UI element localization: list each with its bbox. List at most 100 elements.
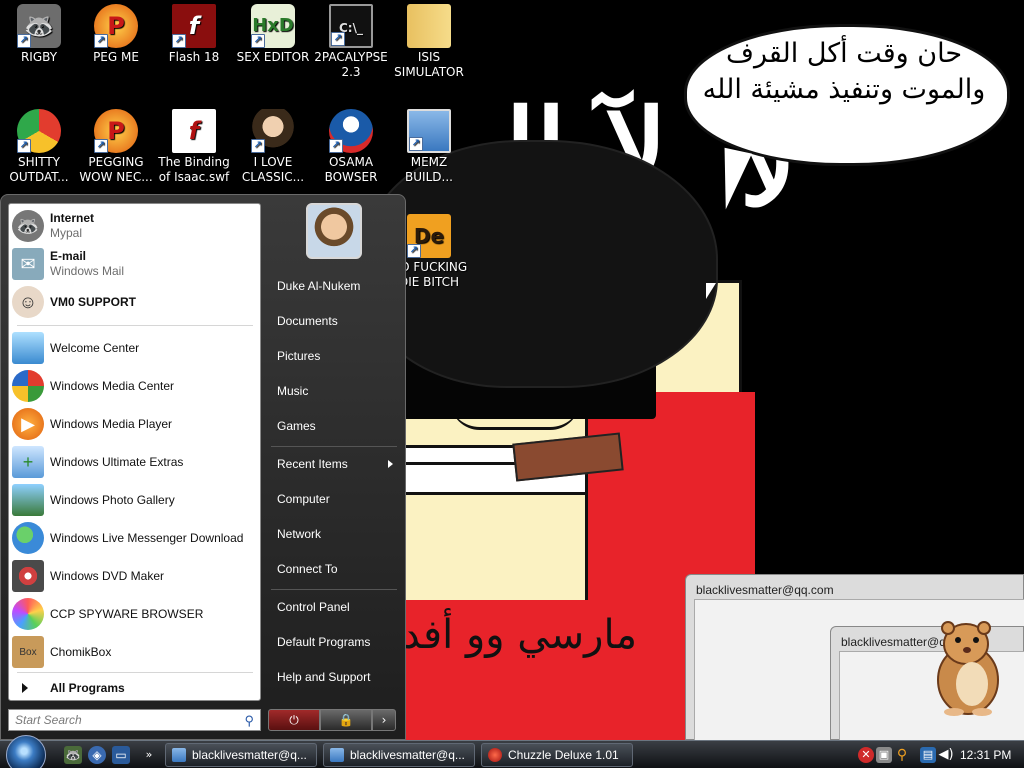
- chrome-icon: ↗: [17, 109, 61, 153]
- all-programs-button[interactable]: All Programs: [12, 678, 258, 698]
- welcome-center-icon: [12, 332, 44, 364]
- dvd-maker-icon: [12, 560, 44, 592]
- desktop-icon-i-love-classic[interactable]: ↗ I LOVE CLASSIC...: [234, 109, 312, 185]
- chevron-right-icon: ›: [381, 713, 387, 727]
- desktop-icon-osama-bowser[interactable]: ↗ OSAMA BOWSER: [312, 109, 390, 185]
- start-item-subtitle: Windows Mail: [50, 264, 125, 278]
- start-item-email[interactable]: ✉ E-mail Windows Mail: [12, 246, 258, 282]
- quicklaunch-raccoon-icon[interactable]: 🦝: [64, 746, 82, 764]
- window-title: blacklivesmatter@qq.com: [696, 583, 834, 597]
- start-menu: 🦝 Internet Mypal ✉ E-mail Windows Mail ☺ V…: [0, 194, 406, 740]
- desktop-icon-label: ISIS SIMULATOR: [394, 50, 464, 79]
- hamster-icon[interactable]: [918, 614, 1012, 718]
- window-icon: [330, 748, 344, 762]
- start-item-vm0-support[interactable]: ☺ VM0 SUPPORT: [12, 284, 258, 320]
- desktop-icon-sex-editor[interactable]: HxD ↗ SEX EDITOR: [234, 4, 312, 65]
- media-center-icon: [12, 370, 44, 402]
- start-item-welcome-center[interactable]: Welcome Center: [12, 330, 258, 366]
- start-orb-button[interactable]: [6, 735, 46, 768]
- user-avatar[interactable]: [306, 203, 362, 259]
- start-right-music[interactable]: Music: [269, 376, 399, 406]
- quicklaunch-overflow-icon[interactable]: »: [140, 746, 158, 764]
- start-item-subtitle: Mypal: [50, 226, 83, 240]
- start-item-chomikbox[interactable]: Box ChomikBox: [12, 634, 258, 670]
- start-right-separator: [271, 446, 397, 447]
- desktop-icon-binding-of-isaac[interactable]: f The Binding of Isaac.swf: [155, 109, 233, 185]
- media-player-icon: ▶: [12, 408, 44, 440]
- window-icon: ↗: [407, 109, 451, 153]
- start-menu-separator: [17, 325, 253, 326]
- start-menu-separator: [17, 672, 253, 673]
- raccoon-icon: 🦝: [12, 210, 44, 242]
- triangle-right-icon: [22, 683, 28, 693]
- search-icon[interactable]: ⚲: [894, 747, 910, 763]
- flash-file-icon: f: [172, 109, 216, 153]
- start-item-live-messenger[interactable]: Windows Live Messenger Download: [12, 520, 258, 556]
- speech-bubble-text: حان وقت أكل القرف والموت وتنفيذ مشيئة ال…: [694, 36, 994, 108]
- start-right-help-support[interactable]: Help and Support: [269, 662, 399, 692]
- network-icon[interactable]: ▤: [920, 747, 936, 763]
- volume-icon[interactable]: ◀): [938, 747, 954, 763]
- desktop-icon-label: Flash 18: [168, 50, 220, 64]
- shutdown-options-button[interactable]: ›: [372, 709, 396, 731]
- desktop-icon-pegging[interactable]: P ↗ PEGGING WOW NEC...: [77, 109, 155, 185]
- raccoon-icon: 🦝 ↗: [17, 4, 61, 48]
- desktop-icon-label: MEMZ BUILD...: [405, 155, 453, 184]
- taskbar-button-chuzzle[interactable]: Chuzzle Deluxe 1.01: [481, 743, 633, 767]
- quicklaunch-show-desktop-icon[interactable]: ▭: [112, 746, 130, 764]
- desktop-icon-memz[interactable]: ↗ MEMZ BUILD...: [390, 109, 468, 185]
- ultimate-extras-icon: +: [12, 446, 44, 478]
- lock-button[interactable]: 🔒: [320, 709, 372, 731]
- taskbar-button-messenger-2[interactable]: blacklivesmatter@q...: [323, 743, 475, 767]
- start-item-ccp-browser[interactable]: CCP SPYWARE BROWSER: [12, 596, 258, 632]
- start-right-default-programs[interactable]: Default Programs: [269, 627, 399, 657]
- start-item-internet[interactable]: 🦝 Internet Mypal: [12, 208, 258, 244]
- start-item-photo-gallery[interactable]: Windows Photo Gallery: [12, 482, 258, 518]
- taskbar-button-label: blacklivesmatter@q...: [350, 748, 465, 762]
- start-item-title: VM0 SUPPORT: [50, 295, 137, 309]
- start-right-games[interactable]: Games: [269, 411, 399, 441]
- start-right-computer[interactable]: Computer: [269, 484, 399, 514]
- peggle-icon: P ↗: [94, 4, 138, 48]
- start-right-pictures[interactable]: Pictures: [269, 341, 399, 371]
- quicklaunch-browser-icon[interactable]: ◈: [88, 746, 106, 764]
- start-item-media-center[interactable]: Windows Media Center: [12, 368, 258, 404]
- start-right-control-panel[interactable]: Control Panel: [269, 592, 399, 622]
- start-item-title: E-mail: [50, 249, 87, 263]
- desktop-icon-isis-simulator[interactable]: ISIS SIMULATOR: [390, 4, 468, 80]
- mail-icon: ✉: [12, 248, 44, 280]
- power-button[interactable]: ⏻: [268, 709, 320, 731]
- start-right-connect-to[interactable]: Connect To: [269, 554, 399, 584]
- start-item-label: ChomikBox: [50, 645, 112, 659]
- start-right-documents[interactable]: Documents: [269, 306, 399, 336]
- taskbar: 🦝 ◈ ▭ » blacklivesmatter@q... blacklives…: [0, 735, 1024, 768]
- tray-app-icon[interactable]: ▣: [876, 747, 892, 763]
- mouse-cursor-icon: [706, 283, 716, 299]
- start-item-label: Welcome Center: [50, 341, 140, 355]
- desktop-icon-flash-18[interactable]: f ↗ Flash 18: [155, 4, 233, 65]
- start-right-network[interactable]: Network: [269, 519, 399, 549]
- hamster-box-icon: Box: [12, 636, 44, 668]
- desktop-icon-2pacalypse[interactable]: C:\_ ↗ 2PACALYPSE 2.3: [312, 4, 390, 80]
- browser-icon: [12, 598, 44, 630]
- start-item-media-player[interactable]: ▶ Windows Media Player: [12, 406, 258, 442]
- desktop-icon-label: 2PACALYPSE 2.3: [314, 50, 388, 79]
- taskbar-clock[interactable]: 12:31 PM: [960, 748, 1011, 762]
- start-right-recent-label: Recent Items: [277, 457, 348, 471]
- start-right-user[interactable]: Duke Al-Nukem: [269, 271, 399, 301]
- doctor-icon: ☺: [12, 286, 44, 318]
- start-item-title: Internet: [50, 211, 95, 225]
- start-search-input[interactable]: Start Search ⚲: [8, 709, 261, 731]
- desktop-icon-label: The Binding of Isaac.swf: [158, 155, 230, 184]
- start-item-label: Windows Photo Gallery: [50, 493, 175, 507]
- start-right-recent-items[interactable]: Recent Items: [269, 449, 399, 479]
- desktop-icon-chrome[interactable]: ↗ SHITTY OUTDAT...: [0, 109, 78, 185]
- desktop-icon-peg-me[interactable]: P ↗ PEG ME: [77, 4, 155, 65]
- desktop-icon-rigby[interactable]: 🦝 ↗ RIGBY: [0, 4, 78, 65]
- security-alert-icon[interactable]: ✕: [858, 747, 874, 763]
- start-item-dvd-maker[interactable]: Windows DVD Maker: [12, 558, 258, 594]
- chevron-right-icon: [388, 460, 393, 468]
- desktop-icon-label: PEGGING WOW NEC...: [79, 155, 153, 184]
- taskbar-button-messenger-1[interactable]: blacklivesmatter@q...: [165, 743, 317, 767]
- start-item-ultimate-extras[interactable]: + Windows Ultimate Extras: [12, 444, 258, 480]
